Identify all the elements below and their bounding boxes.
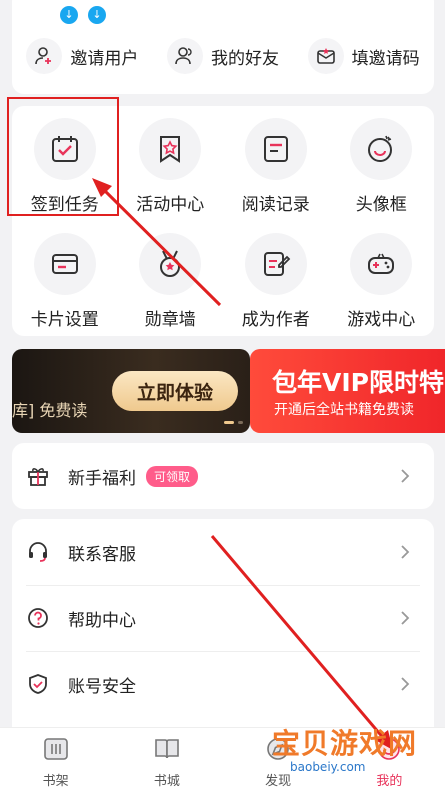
medal-wall-label: 勋章墙: [144, 310, 196, 330]
highlight-box: [7, 97, 119, 216]
medal-icon: [139, 233, 202, 295]
newbie-benefits-label: 新手福利: [68, 468, 136, 489]
carousel-dot: [238, 421, 243, 424]
invite-user-label: 邀请用户: [70, 48, 139, 69]
watermark-url: baobeiy.com: [286, 760, 370, 774]
card-settings-button[interactable]: 卡片设置: [12, 221, 118, 336]
newbie-benefits-card: 新手福利 可领取: [12, 443, 434, 509]
nav-bookshelf[interactable]: 书架: [0, 728, 111, 791]
nav-bookstore[interactable]: 书城: [111, 728, 222, 791]
reading-record-label: 阅读记录: [241, 195, 310, 215]
help-center-label: 帮助中心: [68, 610, 136, 631]
account-security-label: 账号安全: [68, 676, 136, 697]
medal-wall-button[interactable]: 勋章墙: [118, 221, 224, 336]
my-friends-button[interactable]: 我的好友: [153, 36, 294, 76]
chevron-right-icon: [394, 673, 416, 695]
invite-card: ↓ ↓ 邀请用户 我的好友 填邀请码: [12, 0, 434, 94]
author-edit-icon: [244, 233, 307, 295]
activity-center-label: 活动中心: [136, 195, 205, 215]
contact-service-row[interactable]: 联系客服: [12, 519, 434, 585]
card-settings-label: 卡片设置: [30, 310, 99, 330]
bookshelf-icon: [42, 736, 70, 766]
vip-experience-banner[interactable]: 库] 免费读 立即体验: [12, 349, 250, 433]
card-settings-icon: [33, 233, 96, 295]
become-author-button[interactable]: 成为作者: [223, 221, 329, 336]
contact-service-label: 联系客服: [68, 544, 136, 565]
avatar-frame-button[interactable]: 头像框: [329, 106, 435, 221]
friends-icon: [167, 38, 203, 74]
invite-code-icon: [307, 38, 344, 74]
watermark-logo: 宝贝游戏网 baobeiy.com: [272, 700, 432, 790]
download-icon: ↓: [88, 6, 106, 24]
watermark-title: 宝贝游戏网: [272, 727, 418, 760]
invite-code-button[interactable]: 填邀请码: [293, 36, 434, 76]
my-friends-label: 我的好友: [211, 48, 279, 69]
reading-record-button[interactable]: 阅读记录: [223, 106, 329, 221]
annual-vip-banner[interactable]: 包年VIP限时特 开通后全站书籍免费读: [250, 349, 445, 433]
avatar-frame-label: 头像框: [355, 195, 407, 215]
try-now-button[interactable]: 立即体验: [112, 371, 238, 411]
avatar-frame-icon: [350, 118, 413, 180]
help-center-row[interactable]: 帮助中心: [12, 585, 434, 651]
carousel-indicator: [224, 421, 243, 424]
game-center-label: 游戏中心: [347, 310, 416, 330]
customer-service-icon: [26, 540, 50, 564]
chevron-right-icon: [394, 465, 416, 487]
banner-right-subtitle: 开通后全站书籍免费读: [274, 402, 414, 418]
chevron-right-icon: [394, 541, 416, 563]
invite-code-label: 填邀请码: [351, 48, 420, 69]
nav-bookstore-label: 书城: [153, 774, 180, 789]
gamepad-icon: [350, 233, 413, 295]
bookstore-icon: [153, 736, 181, 766]
nav-bookshelf-label: 书架: [42, 774, 69, 789]
invite-user-button[interactable]: 邀请用户: [12, 36, 153, 76]
become-author-label: 成为作者: [241, 310, 310, 330]
claimable-badge: 可领取: [146, 465, 199, 487]
activity-star-icon: [139, 118, 202, 180]
banner-left-text: 库] 免费读: [12, 401, 88, 420]
reading-record-icon: [244, 118, 307, 180]
newbie-benefits-row[interactable]: 新手福利 可领取: [12, 443, 434, 509]
invite-user-icon: [26, 38, 63, 74]
banner-right-title: 包年VIP限时特: [272, 368, 444, 397]
help-icon: [26, 606, 50, 630]
shield-icon: [26, 672, 50, 696]
download-icon: ↓: [60, 6, 78, 24]
game-center-button[interactable]: 游戏中心: [329, 221, 435, 336]
gift-icon: [26, 464, 50, 488]
activity-center-button[interactable]: 活动中心: [118, 106, 224, 221]
carousel-dot: [224, 421, 234, 424]
chevron-right-icon: [394, 607, 416, 629]
